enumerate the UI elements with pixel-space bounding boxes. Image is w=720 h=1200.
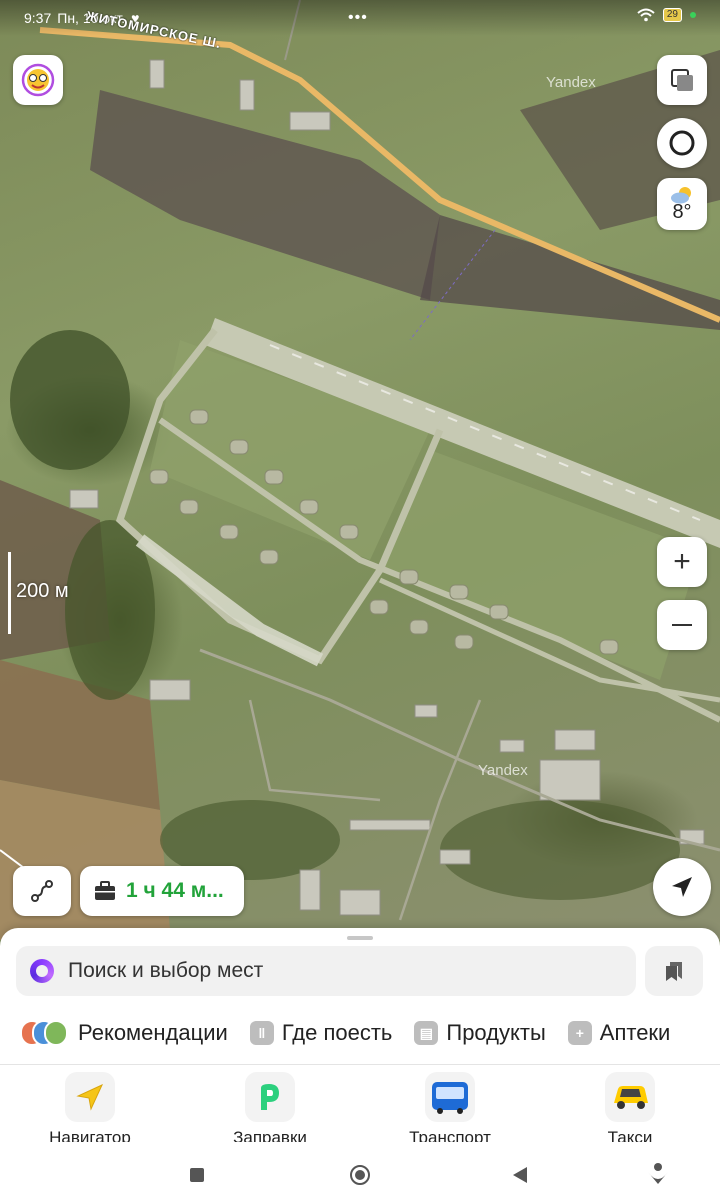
- tab-label: Транспорт: [409, 1128, 491, 1142]
- my-location-button[interactable]: [653, 858, 711, 916]
- map-view[interactable]: 9:37 Пн, 10 окт. ♥ ••• 29 ЖИТОМИРСКОЕ Ш.…: [0, 0, 720, 940]
- minus-icon: [672, 623, 692, 627]
- weather-button[interactable]: 8°: [657, 178, 707, 230]
- route-time: 1 ч 44 м...: [126, 879, 224, 902]
- basket-icon: ▤: [414, 1021, 439, 1045]
- tab-label: Заправки: [233, 1128, 307, 1142]
- chip-label: Аптеки: [599, 1020, 671, 1045]
- chip-label: Рекомендации: [78, 1020, 228, 1045]
- commute-route-chip[interactable]: 1 ч 44 м...: [80, 866, 244, 916]
- map-scale: 200 м: [8, 552, 69, 634]
- alice-assistant-button[interactable]: [657, 118, 707, 168]
- yandex-watermark: Yandex: [478, 762, 528, 779]
- tab-label: Такси: [607, 1128, 653, 1142]
- plus-cross-icon: +: [567, 1021, 592, 1045]
- zoom-out-button[interactable]: [657, 600, 707, 650]
- weather-temperature: 8°: [672, 200, 692, 223]
- layers-button[interactable]: [657, 55, 707, 105]
- search-placeholder: Поиск и выбор мест: [68, 959, 264, 982]
- back-triangle-icon[interactable]: [513, 1167, 527, 1183]
- routes-button[interactable]: [13, 866, 71, 916]
- recommendations-icon: [20, 1020, 70, 1046]
- bus-icon: [425, 1072, 475, 1122]
- tab-navigator[interactable]: Навигатор: [15, 1072, 165, 1142]
- chip-recommendations[interactable]: Рекомендации: [20, 1020, 228, 1046]
- bottom-tab-bar: Навигатор Заправки Транспорт Такси: [0, 1072, 720, 1142]
- privacy-dot-icon: [690, 12, 696, 18]
- profile-avatar-button[interactable]: [13, 55, 63, 105]
- system-navigation-bar: [0, 1150, 720, 1200]
- bookmarks-button[interactable]: [645, 946, 703, 996]
- tab-transport[interactable]: Транспорт: [375, 1072, 525, 1142]
- notch-dots-icon: •••: [348, 9, 368, 26]
- recents-square-icon[interactable]: [190, 1168, 204, 1182]
- briefcase-icon: [95, 881, 115, 900]
- category-chips: Рекомендации ‖ Где поесть ▤ Продукты + А…: [20, 1020, 670, 1046]
- search-input[interactable]: Поиск и выбор мест: [16, 946, 636, 996]
- yandex-watermark: Yandex: [546, 74, 596, 91]
- chip-pharmacies[interactable]: + Аптеки: [567, 1020, 671, 1046]
- avatar: [21, 63, 55, 97]
- chip-food[interactable]: ‖ Где поесть: [249, 1020, 393, 1046]
- bookmarks-icon: [666, 962, 682, 981]
- alice-ring-icon: [669, 130, 695, 156]
- status-time: 9:37: [24, 10, 52, 26]
- plus-icon: +: [673, 545, 691, 578]
- wifi-icon: [637, 8, 655, 22]
- taxi-car-icon: [605, 1072, 655, 1122]
- navigator-arrow-icon: [65, 1072, 115, 1122]
- location-arrow-icon: [672, 877, 692, 897]
- chip-groceries[interactable]: ▤ Продукты: [414, 1020, 546, 1046]
- tab-taxi[interactable]: Такси: [555, 1072, 705, 1142]
- route-icon: [31, 880, 53, 902]
- satellite-imagery: [0, 0, 720, 940]
- tab-label: Навигатор: [49, 1128, 131, 1142]
- chip-label: Продукты: [446, 1020, 546, 1045]
- fork-knife-icon: ‖: [249, 1021, 274, 1045]
- tab-gas-stations[interactable]: Заправки: [195, 1072, 345, 1142]
- scale-label: 200 м: [16, 580, 69, 602]
- home-circle-icon[interactable]: [350, 1165, 370, 1185]
- assistant-icon[interactable]: [648, 1163, 668, 1184]
- alice-icon[interactable]: [30, 959, 54, 983]
- sheet-drag-handle[interactable]: [347, 936, 373, 940]
- battery-indicator: 29: [662, 8, 682, 22]
- layers-icon: [671, 69, 693, 91]
- chip-label: Где поесть: [281, 1020, 393, 1045]
- zoom-in-button[interactable]: +: [657, 537, 707, 587]
- divider: [0, 1064, 720, 1065]
- gas-station-icon: [245, 1072, 295, 1122]
